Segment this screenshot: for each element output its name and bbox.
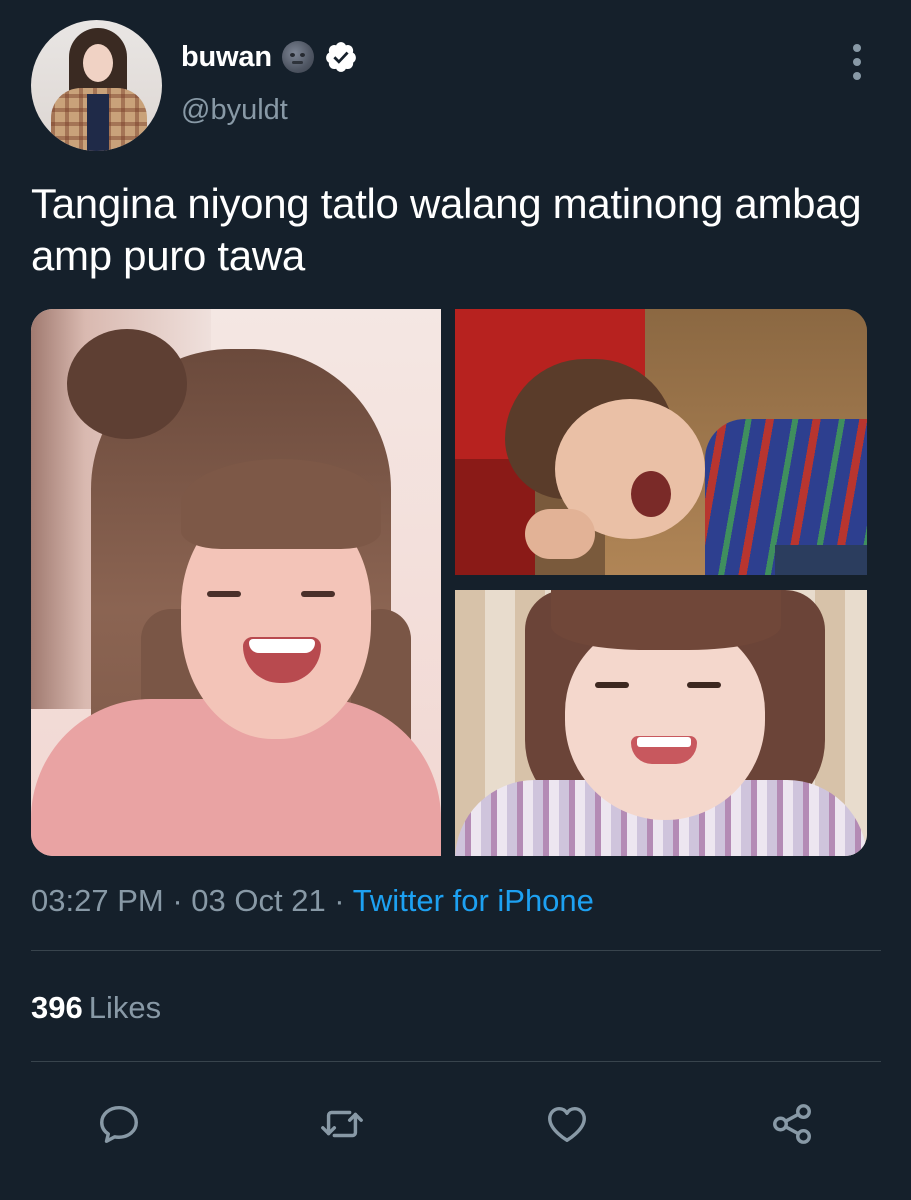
tweet-text: Tangina niyong tatlo walang matinong amb… [31,180,862,279]
retweet-button[interactable] [318,1100,366,1148]
tweet-source-link[interactable]: Twitter for iPhone [353,883,594,918]
avatar[interactable] [31,20,162,151]
author-name-row[interactable]: buwan [181,40,358,74]
new-moon-face-icon [281,41,314,73]
tweet-meta: 03:27 PM · 03 Oct 21 · Twitter for iPhon… [31,883,594,919]
photo-top-right[interactable] [455,309,867,575]
meta-separator: · [325,883,353,918]
comment-icon [100,1105,138,1143]
likes-count: 396 [31,990,83,1025]
likes-label: Likes [88,990,162,1025]
media-grid [31,309,867,856]
likes-stat[interactable]: 396 Likes [31,990,161,1026]
avatar-shirt [87,94,109,151]
more-options-icon[interactable] [848,44,866,84]
divider [31,1061,881,1062]
share-button[interactable] [768,1100,816,1148]
avatar-face [83,44,113,82]
photo-left[interactable] [31,309,441,856]
tweet-time: 03:27 PM [31,883,164,918]
tweet-detail: buwan @byuldt Tangina niyong tatlo walan… [0,0,911,1200]
like-button[interactable] [543,1100,591,1148]
user-handle[interactable]: @byuldt [181,94,288,127]
retweet-icon [321,1110,363,1138]
reply-button[interactable] [95,1100,143,1148]
display-name[interactable]: buwan [181,41,272,74]
divider [31,950,881,951]
meta-separator: · [163,883,192,918]
tweet-date: 03 Oct 21 [191,883,326,918]
photo-bottom-right[interactable] [455,590,867,856]
share-icon [773,1104,811,1144]
verified-badge-icon [325,42,356,72]
heart-icon [548,1106,586,1143]
